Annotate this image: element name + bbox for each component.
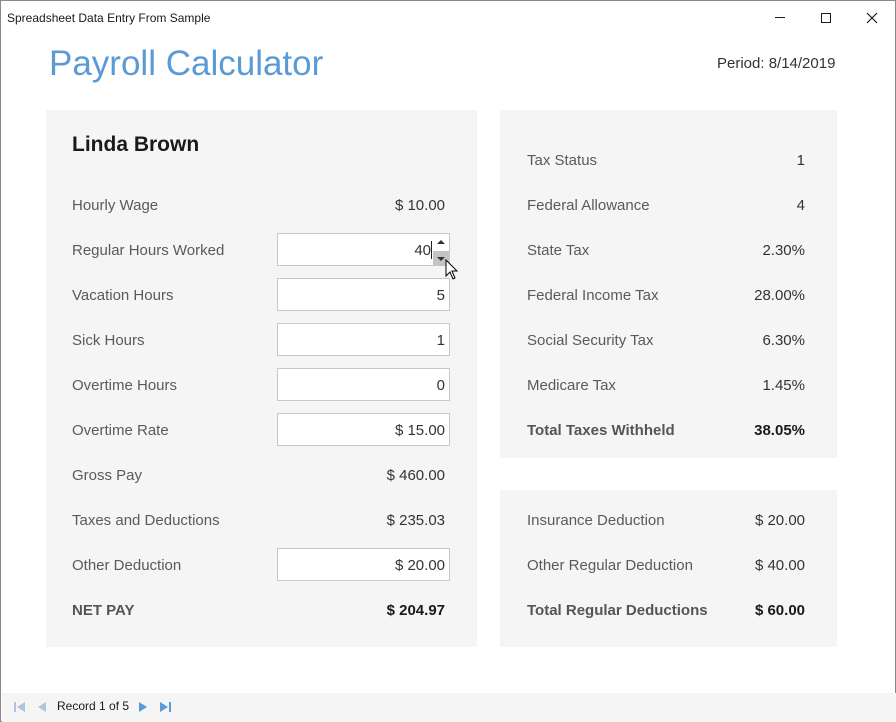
first-record-button[interactable] — [10, 697, 30, 717]
net-pay-value: $ 204.97 — [386, 602, 445, 619]
total-regular-deductions-label: Total Regular Deductions — [527, 602, 708, 619]
insurance-deduction-label: Insurance Deduction — [527, 512, 665, 529]
federal-income-tax-label: Federal Income Tax — [527, 287, 659, 304]
spin-up-button[interactable] — [433, 234, 449, 249]
other-regular-deduction-label: Other Regular Deduction — [527, 557, 693, 574]
tax-status-value: 1 — [796, 152, 805, 169]
vacation-hours-label: Vacation Hours — [72, 287, 174, 304]
employee-name: Linda Brown — [72, 133, 200, 156]
insurance-deduction-value: $ 20.00 — [754, 512, 805, 529]
state-tax-value: 2.30% — [762, 242, 805, 259]
social-security-tax-value: 6.30% — [762, 332, 805, 349]
tax-status-label: Tax Status — [527, 152, 598, 169]
taxes-deductions-label: Taxes and Deductions — [72, 512, 220, 529]
maximize-icon — [821, 12, 831, 23]
chevron-down-icon — [437, 256, 445, 261]
period-text: Period: 8/14/2019 — [717, 55, 836, 72]
record-navigator: Record 1 of 5 — [2, 693, 896, 722]
other-deduction-input[interactable]: $ 20.00 — [277, 548, 450, 581]
chevron-up-icon — [437, 239, 445, 244]
period-label: Period: 8/14/2019 — [717, 55, 835, 72]
close-button[interactable] — [849, 1, 895, 34]
net-pay-label: NET PAY — [72, 602, 135, 619]
first-record-icon — [14, 702, 25, 712]
next-record-icon — [139, 702, 147, 712]
gross-pay-value: $ 460.00 — [386, 467, 445, 484]
total-taxes-label: Total Taxes Withheld — [527, 422, 675, 439]
close-icon — [866, 12, 878, 23]
hourly-wage-label: Hourly Wage — [72, 197, 159, 214]
federal-allowance-value: 4 — [796, 197, 805, 214]
minimize-button[interactable] — [757, 1, 803, 34]
overtime-hours-label: Overtime Hours — [72, 377, 178, 394]
vacation-hours-input[interactable]: 5 — [277, 278, 450, 311]
hourly-wage-value: $ 10.00 — [394, 197, 445, 214]
overtime-hours-value: 0 — [436, 377, 445, 394]
overtime-rate-input[interactable]: $ 15.00 — [277, 413, 450, 446]
sick-hours-input[interactable]: 1 — [277, 323, 450, 356]
regular-hours-label: Regular Hours Worked — [72, 242, 225, 259]
regular-hours-value: 40 — [414, 242, 431, 259]
other-regular-deduction-value: $ 40.00 — [754, 557, 805, 574]
federal-allowance-label: Federal Allowance — [527, 197, 650, 214]
next-record-button[interactable] — [133, 697, 153, 717]
previous-record-icon — [38, 702, 46, 712]
medicare-tax-label: Medicare Tax — [527, 377, 616, 394]
record-position-text: Record 1 of 5 — [57, 699, 130, 713]
window-title: Spreadsheet Data Entry From Sample — [7, 11, 211, 25]
overtime-rate-label: Overtime Rate — [72, 422, 169, 439]
sick-hours-value: 1 — [436, 332, 445, 349]
last-record-icon — [160, 702, 171, 712]
total-regular-deductions-value: $ 60.00 — [754, 602, 805, 619]
last-record-button[interactable] — [155, 697, 175, 717]
overtime-hours-input[interactable]: 0 — [277, 368, 450, 401]
text-caret — [431, 241, 432, 259]
sick-hours-label: Sick Hours — [72, 332, 145, 349]
app-window: Spreadsheet Data Entry From Sample Payro… — [0, 0, 896, 722]
previous-record-button[interactable] — [32, 697, 52, 717]
taxes-deductions-value: $ 235.03 — [386, 512, 445, 529]
title-bar: Spreadsheet Data Entry From Sample — [1, 1, 895, 34]
page-title: Payroll Calculator — [49, 44, 324, 83]
overtime-rate-value: $ 15.00 — [394, 422, 445, 439]
state-tax-label: State Tax — [527, 242, 590, 259]
vacation-hours-value: 5 — [436, 287, 445, 304]
mouse-pointer-icon — [445, 259, 459, 280]
minimize-icon — [775, 17, 785, 18]
gross-pay-label: Gross Pay — [72, 467, 143, 484]
medicare-tax-value: 1.45% — [762, 377, 805, 394]
other-deduction-value: $ 20.00 — [394, 557, 445, 574]
federal-income-tax-value: 28.00% — [754, 287, 805, 304]
maximize-button[interactable] — [803, 1, 849, 34]
other-deduction-label: Other Deduction — [72, 557, 182, 574]
total-taxes-value: 38.05% — [754, 422, 805, 439]
social-security-tax-label: Social Security Tax — [527, 332, 654, 349]
regular-hours-spinner[interactable]: 40 — [277, 233, 450, 266]
